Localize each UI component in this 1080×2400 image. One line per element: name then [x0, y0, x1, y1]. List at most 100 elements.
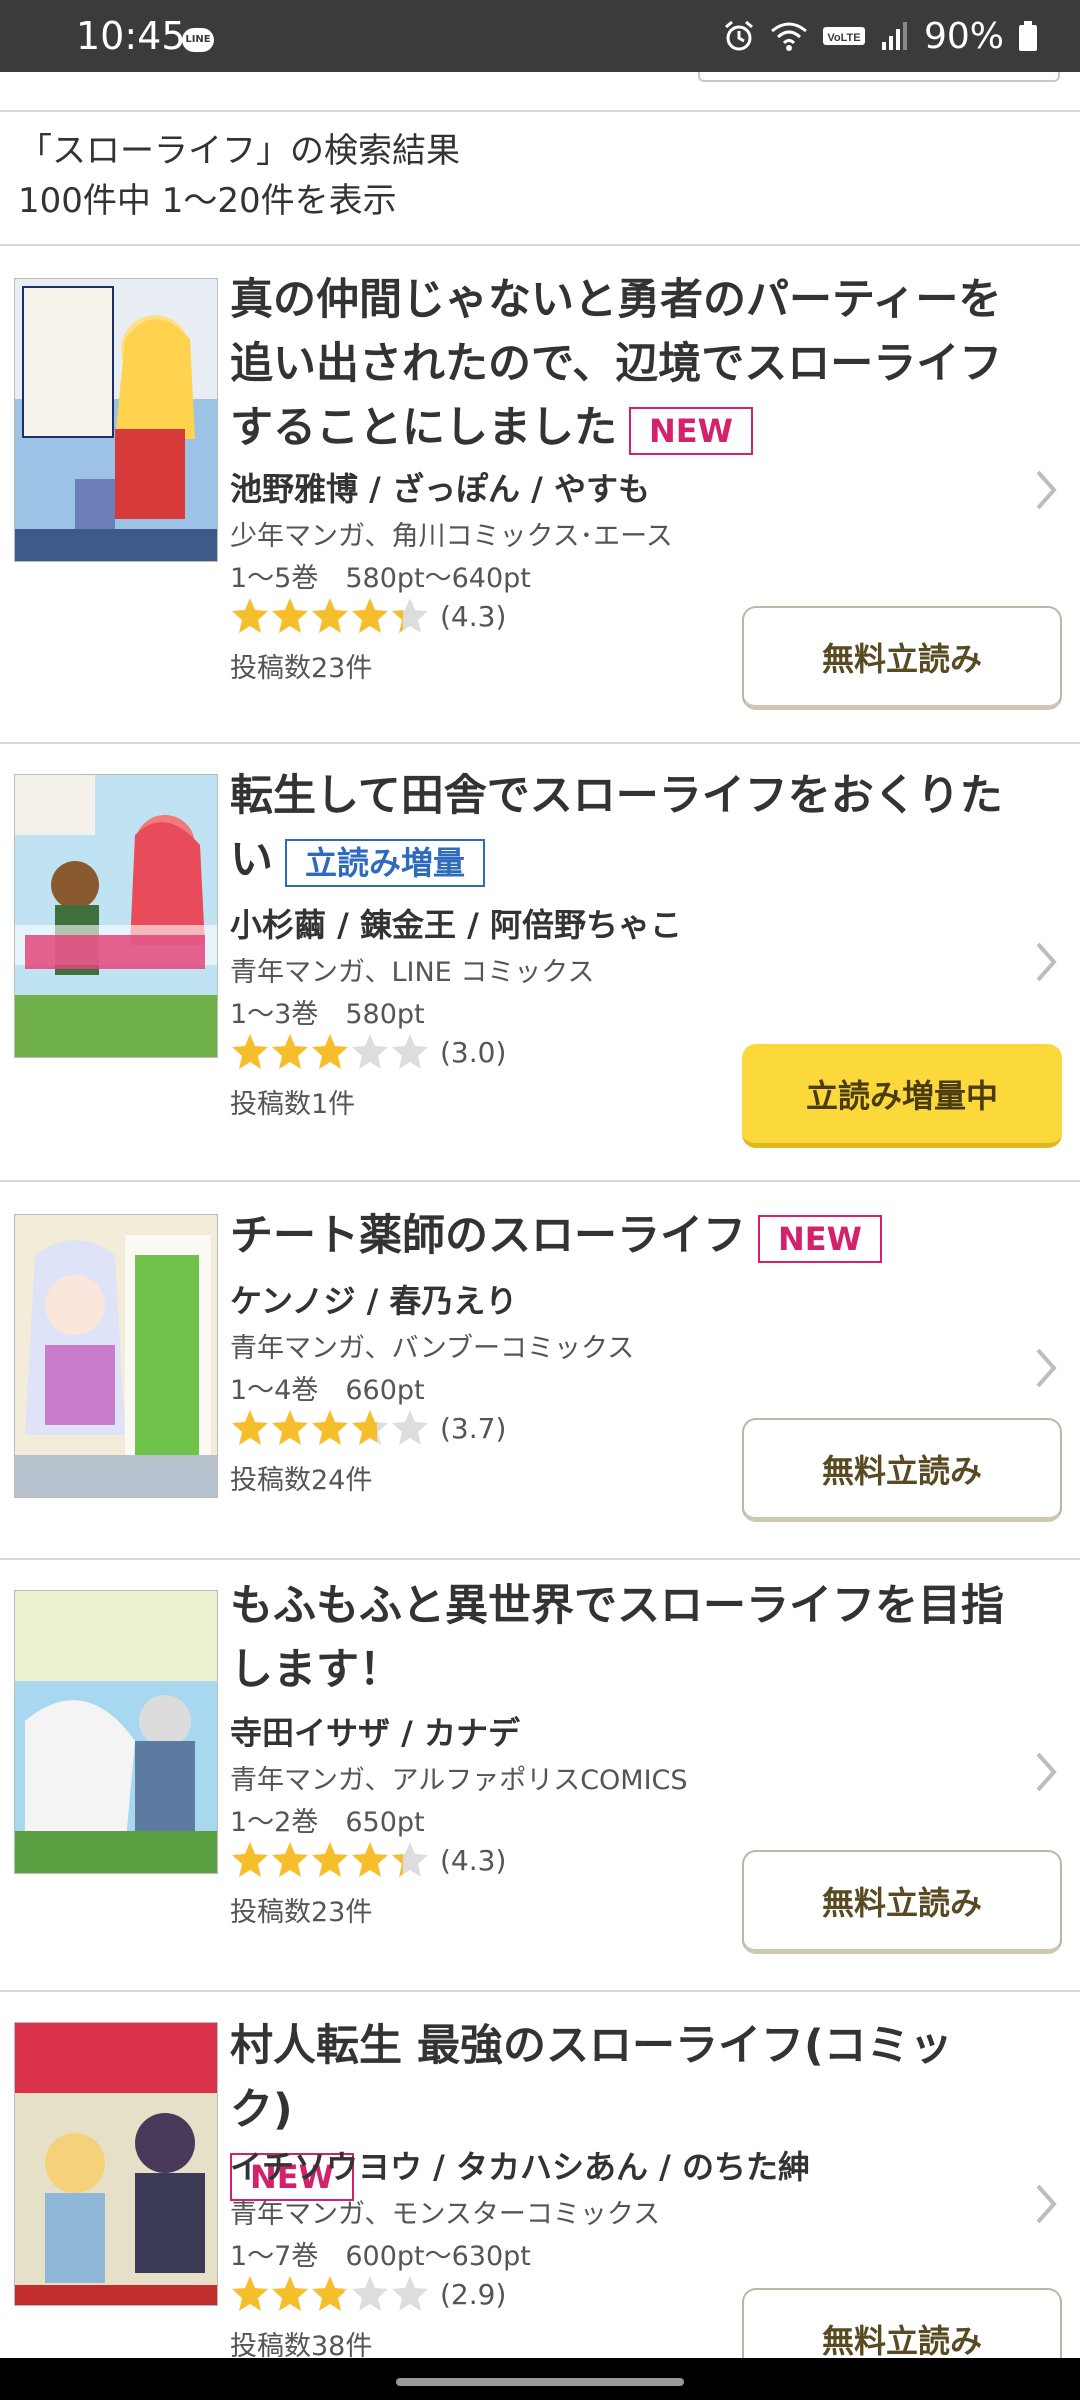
item-volumes: 1〜2巻 650pt [230, 1807, 425, 1838]
review-count[interactable]: 投稿数38件 [230, 2324, 372, 2358]
free-preview-button[interactable]: 無料立読み [742, 606, 1062, 710]
rating: (2.9) [230, 2274, 506, 2314]
star-icon [232, 2276, 268, 2311]
star-icon [392, 2276, 428, 2311]
review-count[interactable]: 投稿数23件 [230, 646, 372, 685]
rating-value: (4.3) [440, 1843, 507, 1877]
rating-stars [230, 2274, 430, 2314]
status-icons: VoLTE 90% [722, 12, 1038, 60]
rating-stars [230, 1032, 430, 1072]
chevron-right-icon[interactable] [1034, 1750, 1058, 1794]
new-badge: NEW [758, 1214, 882, 1263]
item-authors[interactable]: イチソウヨウ / タカハシあん / のちた紳 [230, 2142, 810, 2188]
item-volumes: 1〜4巻 660pt [230, 1375, 425, 1406]
list-item[interactable]: もふもふと異世界でスローライフを目指します！ 寺田イサザ / カナデ 青年マンガ… [0, 1560, 1080, 1990]
search-result-title: 「スローライフ」の検索結果 [18, 131, 460, 171]
extended-preview-button[interactable]: 立読み増量中 [742, 1044, 1062, 1148]
item-title[interactable]: もふもふと異世界でスローライフを目指します！ [230, 1574, 1010, 1702]
star-icon [312, 2276, 348, 2311]
star-icon [352, 598, 388, 633]
cover-image[interactable] [14, 774, 218, 1058]
item-genre: 少年マンガ、角川コミックス･エース [230, 521, 673, 552]
rating-stars [230, 596, 430, 636]
divider [0, 110, 1080, 112]
status-time: 10:45 [76, 14, 186, 58]
item-volumes: 1〜7巻 600pt〜630pt [230, 2241, 531, 2272]
rating-value: (4.3) [440, 599, 507, 633]
star-icon [272, 1842, 308, 1877]
rating-value: (2.9) [440, 2277, 507, 2311]
rating: (3.7) [230, 1408, 506, 1448]
extended-preview-badge: 立読み増量 [285, 838, 486, 887]
item-genre: 青年マンガ、モンスターコミックス [230, 2199, 661, 2230]
rating-stars [230, 1408, 430, 1448]
star-icon [232, 1410, 268, 1445]
star-icon [232, 598, 268, 633]
item-authors[interactable]: ケンノジ / 春乃えり [230, 1276, 517, 1322]
navigation-bar [0, 2358, 1080, 2400]
wifi-icon [771, 22, 807, 51]
chevron-right-icon[interactable] [1034, 2182, 1058, 2226]
star-icon [272, 2276, 308, 2311]
star-icon [352, 1842, 388, 1877]
rating-value: (3.0) [440, 1035, 507, 1069]
star-icon [312, 598, 348, 633]
list-item[interactable]: 転生して田舎でスローライフをおくりたい 立読み増量 小杉繭 / 錬金王 / 阿倍野… [0, 744, 1080, 1180]
item-title[interactable]: 転生して田舎でスローライフをおくりたい 立読み増量 [230, 764, 1010, 892]
star-icon [272, 598, 308, 633]
item-volumes: 1〜5巻 580pt〜640pt [230, 563, 531, 594]
item-genre: 青年マンガ、LINE コミックス [230, 957, 595, 988]
alarm-icon [725, 20, 753, 51]
free-preview-button[interactable]: 無料立読み [742, 2288, 1062, 2358]
review-count[interactable]: 投稿数23件 [230, 1890, 372, 1929]
home-gesture-handle[interactable] [396, 2378, 684, 2386]
signal-icon [881, 22, 907, 50]
volte-icon: VoLTE [822, 27, 865, 45]
star-icon [392, 1410, 428, 1445]
chevron-right-icon[interactable] [1034, 940, 1058, 984]
search-result-count: 100件中 1〜20件を表示 [18, 181, 397, 221]
rating: (4.3) [230, 596, 506, 636]
star-icon [352, 1410, 388, 1445]
list-item[interactable]: 真の仲間じゃないと勇者のパーティーを追い出されたので、辺境でスローライフすること… [0, 246, 1080, 742]
item-title[interactable]: 真の仲間じゃないと勇者のパーティーを追い出されたので、辺境でスローライフすること… [230, 268, 1010, 460]
rating-value: (3.7) [440, 1411, 507, 1445]
star-icon [352, 2276, 388, 2311]
item-genre: 青年マンガ、アルファポリスCOMICS [230, 1765, 688, 1796]
review-count[interactable]: 投稿数1件 [230, 1082, 355, 1121]
star-icon [272, 1410, 308, 1445]
battery-icon [1019, 21, 1037, 51]
list-item[interactable]: チート薬師のスローライフ NEW ケンノジ / 春乃えり 青年マンガ、バンブーコミ… [0, 1182, 1080, 1558]
star-icon [272, 1034, 308, 1069]
star-icon [352, 1034, 388, 1069]
cover-image[interactable] [14, 278, 218, 562]
item-volumes: 1〜3巻 580pt [230, 999, 425, 1030]
search-result-header: 「スローライフ」の検索結果 100件中 1〜20件を表示 [18, 126, 460, 226]
search-box-edge[interactable] [698, 72, 1060, 82]
star-icon [312, 1842, 348, 1877]
item-title[interactable]: チート薬師のスローライフ NEW [230, 1204, 1010, 1268]
rating: (4.3) [230, 1840, 506, 1880]
item-authors[interactable]: 寺田イサザ / カナデ [230, 1708, 520, 1754]
rating-stars [230, 1840, 430, 1880]
battery-percent: 90% [923, 15, 1004, 57]
chevron-right-icon[interactable] [1034, 468, 1058, 512]
star-icon [232, 1842, 268, 1877]
free-preview-button[interactable]: 無料立読み [742, 1850, 1062, 1954]
star-icon [232, 1034, 268, 1069]
cover-image[interactable] [14, 2022, 218, 2306]
star-icon [392, 1842, 428, 1877]
star-icon [392, 598, 428, 633]
rating: (3.0) [230, 1032, 506, 1072]
chevron-right-icon[interactable] [1034, 1346, 1058, 1390]
list-item[interactable]: 村人転生 最強のスローライフ(コミック) NEW イチソウヨウ / タカハシあん … [0, 1992, 1080, 2358]
cover-image[interactable] [14, 1590, 218, 1874]
item-authors[interactable]: 池野雅博 / ざっぽん / やすも [230, 464, 650, 510]
new-badge: NEW [629, 406, 753, 455]
cover-image[interactable] [14, 1214, 218, 1498]
star-icon [312, 1410, 348, 1445]
item-authors[interactable]: 小杉繭 / 錬金王 / 阿倍野ちゃこ [230, 900, 682, 946]
free-preview-button[interactable]: 無料立読み [742, 1418, 1062, 1522]
review-count[interactable]: 投稿数24件 [230, 1458, 372, 1497]
status-bar: 10:45 LINE VoLTE 90% [0, 0, 1080, 72]
